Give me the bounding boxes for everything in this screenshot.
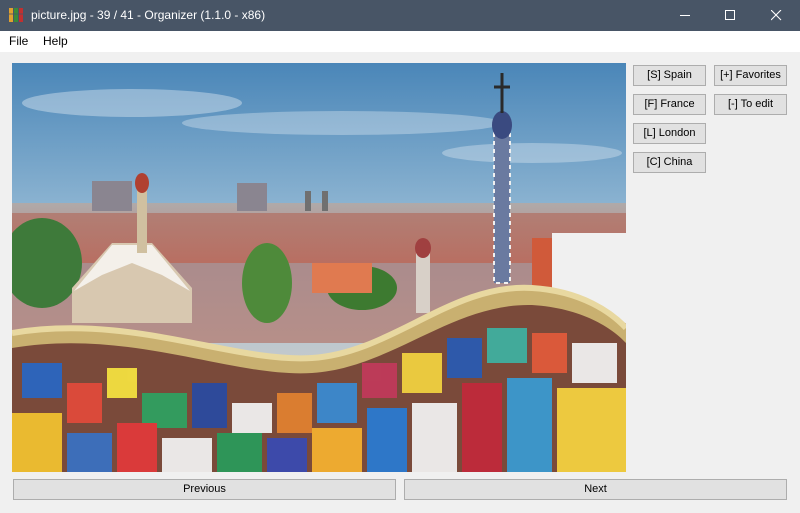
maximize-button[interactable] <box>708 0 754 31</box>
minimize-button[interactable] <box>663 0 709 31</box>
menu-bar: File Help <box>0 31 800 52</box>
close-icon <box>771 10 782 21</box>
window-title: picture.jpg - 39 / 41 - Organizer (1.1.0… <box>31 8 266 22</box>
tag-france-button[interactable]: [F] France <box>633 94 706 115</box>
tag-china-button[interactable]: [C] China <box>633 152 706 173</box>
tag-london-button[interactable]: [L] London <box>633 123 706 144</box>
tag-spain-button[interactable]: [S] Spain <box>633 65 706 86</box>
maximize-icon <box>725 10 735 20</box>
title-bar: picture.jpg - 39 / 41 - Organizer (1.1.0… <box>0 0 800 31</box>
app-icon <box>9 8 23 22</box>
menu-help[interactable]: Help <box>43 34 68 48</box>
previous-button[interactable]: Previous <box>13 479 396 500</box>
next-button[interactable]: Next <box>404 479 787 500</box>
menu-file[interactable]: File <box>9 34 28 48</box>
close-button[interactable] <box>754 0 800 31</box>
minimize-icon <box>680 15 690 16</box>
picture-view <box>12 63 626 472</box>
park-guell-photo <box>12 63 626 472</box>
tag-favorites-button[interactable]: [+] Favorites <box>714 65 787 86</box>
tag-to-edit-button[interactable]: [-] To edit <box>714 94 787 115</box>
